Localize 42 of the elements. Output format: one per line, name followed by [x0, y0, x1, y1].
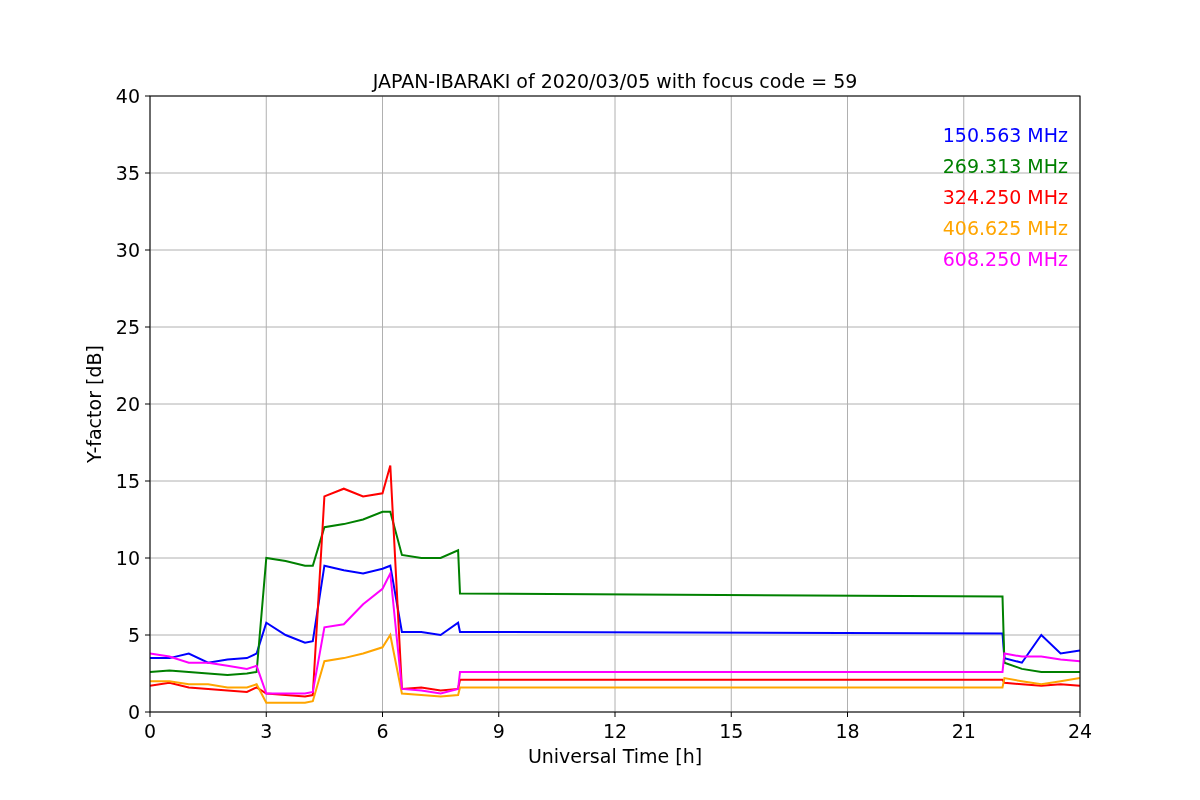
- legend-label: 150.563 MHz: [942, 124, 1068, 146]
- tick-label: 3: [260, 720, 273, 742]
- tick-label: 5: [127, 624, 140, 646]
- legend-label: 269.313 MHz: [942, 155, 1068, 177]
- legend-label: 608.250 MHz: [942, 248, 1068, 270]
- tick-label: 15: [115, 470, 140, 492]
- tick-label: 10: [115, 547, 140, 569]
- tick-mark: [963, 711, 965, 718]
- tick-label: 6: [376, 720, 389, 742]
- legend-label: 324.250 MHz: [942, 186, 1068, 208]
- tick-mark: [144, 172, 151, 174]
- tick-mark: [144, 249, 151, 251]
- chart-title: JAPAN-IBARAKI of 2020/03/05 with focus code = 59: [372, 70, 858, 92]
- axis-label: Universal Time [h]: [527, 745, 703, 767]
- axis-label: Y-factor [dB]: [83, 345, 105, 463]
- tick-label: 18: [835, 720, 860, 742]
- tick-mark: [1079, 711, 1081, 718]
- tick-mark: [847, 711, 848, 718]
- tick-label: 20: [115, 393, 140, 415]
- tick-label: 25: [115, 316, 140, 338]
- tick-label: 9: [492, 720, 505, 742]
- legend-label: 406.625 MHz: [942, 217, 1068, 239]
- tick-label: 12: [602, 720, 628, 742]
- tick-mark: [730, 711, 732, 718]
- tick-mark: [498, 711, 500, 718]
- tick-label: 35: [115, 162, 140, 184]
- tick-label: 24: [1067, 720, 1093, 742]
- tick-label: 0: [143, 720, 157, 742]
- tick-mark: [144, 634, 151, 636]
- tick-mark: [144, 326, 151, 328]
- tick-label: 0: [127, 701, 140, 723]
- tick-mark: [382, 711, 383, 718]
- tick-mark: [144, 480, 151, 482]
- tick-label: 21: [951, 720, 976, 742]
- tick-mark: [614, 711, 616, 718]
- tick-mark: [144, 557, 151, 559]
- tick-label: 40: [115, 85, 140, 107]
- tick-mark: [144, 403, 151, 405]
- tick-mark: [265, 711, 267, 718]
- tick-label: 15: [719, 720, 744, 742]
- tick-mark: [144, 95, 151, 97]
- tick-label: 30: [115, 239, 140, 261]
